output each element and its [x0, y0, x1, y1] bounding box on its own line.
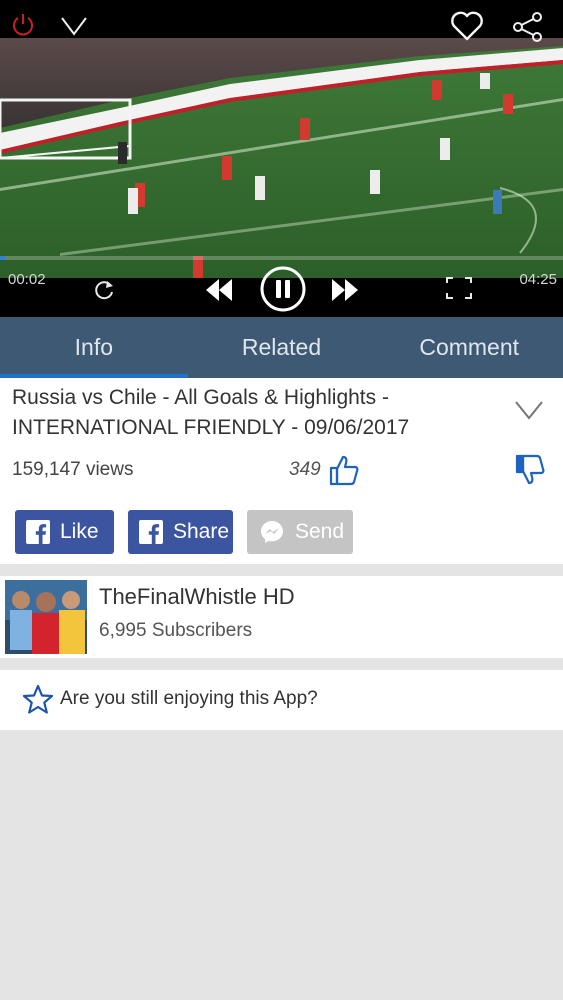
rewind-button[interactable]	[202, 274, 236, 306]
channel-avatar[interactable]	[5, 580, 87, 654]
messenger-send-button[interactable]: Send	[247, 510, 353, 554]
tab-info-label: Info	[74, 334, 114, 360]
time-elapsed: 00:02	[8, 271, 46, 288]
share-button[interactable]	[510, 10, 546, 44]
pause-button[interactable]	[260, 266, 306, 312]
rate-app-row[interactable]: Are you still enjoying this App?	[0, 670, 563, 730]
video-player[interactable]: 00:02 04:25	[0, 0, 563, 317]
favorite-button[interactable]	[448, 8, 486, 44]
share-icon	[513, 12, 542, 42]
video-title: Russia vs Chile - All Goals & Highlights…	[12, 386, 410, 439]
tab-comment-label: Comment	[419, 334, 520, 360]
facebook-like-label: Like	[60, 520, 99, 543]
messenger-send-label: Send	[295, 520, 345, 543]
facebook-icon	[139, 520, 163, 544]
tab-bar: Info Related Comment	[0, 317, 563, 378]
facebook-icon	[26, 520, 50, 544]
star-icon	[22, 684, 54, 714]
chevron-down-icon	[515, 401, 543, 420]
section-divider	[0, 564, 563, 576]
fullscreen-icon	[446, 277, 472, 299]
progress-fill	[0, 256, 6, 260]
like-count: 349	[289, 459, 321, 480]
fast-forward-icon	[332, 279, 358, 301]
section-divider	[0, 658, 563, 670]
tab-related[interactable]: Related	[188, 317, 376, 378]
channel-name[interactable]: TheFinalWhistle HD	[99, 584, 295, 610]
fast-forward-button[interactable]	[328, 274, 362, 306]
facebook-share-label: Share	[173, 520, 230, 543]
replay-button[interactable]	[90, 276, 118, 304]
fullscreen-button[interactable]	[443, 274, 475, 302]
tab-related-label: Related	[241, 334, 322, 360]
heart-icon	[451, 11, 483, 41]
view-count: 159,147 views	[12, 459, 134, 480]
tab-info[interactable]: Info	[0, 317, 188, 378]
tab-comment[interactable]: Comment	[375, 317, 563, 378]
replay-icon	[95, 281, 113, 300]
facebook-like-button[interactable]: Like	[15, 510, 114, 554]
chevron-down-icon	[61, 17, 87, 36]
minimize-button[interactable]	[58, 12, 90, 40]
thumbs-down-button[interactable]	[512, 452, 548, 488]
thumbs-up-button[interactable]	[326, 452, 362, 488]
thumbs-up-icon	[329, 455, 359, 486]
channel-subscribers: 6,995 Subscribers	[99, 620, 253, 641]
power-button[interactable]	[8, 10, 38, 40]
rate-app-prompt: Are you still enjoying this App?	[60, 688, 318, 709]
facebook-share-button[interactable]: Share	[128, 510, 233, 554]
thumbs-down-icon	[515, 454, 545, 485]
video-frame[interactable]	[0, 38, 563, 278]
app-root: 00:02 04:25 Info Related Comment Russia …	[0, 0, 563, 1000]
channel-row[interactable]: TheFinalWhistle HD 6,995 Subscribers	[0, 576, 563, 658]
power-icon	[13, 14, 33, 36]
time-total: 04:25	[519, 271, 557, 288]
progress-bar[interactable]	[0, 256, 563, 260]
expand-description-button[interactable]	[512, 396, 546, 424]
messenger-icon	[261, 521, 283, 543]
rewind-icon	[206, 279, 232, 301]
pause-icon	[260, 266, 306, 312]
video-info-panel: Russia vs Chile - All Goals & Highlights…	[0, 378, 563, 564]
